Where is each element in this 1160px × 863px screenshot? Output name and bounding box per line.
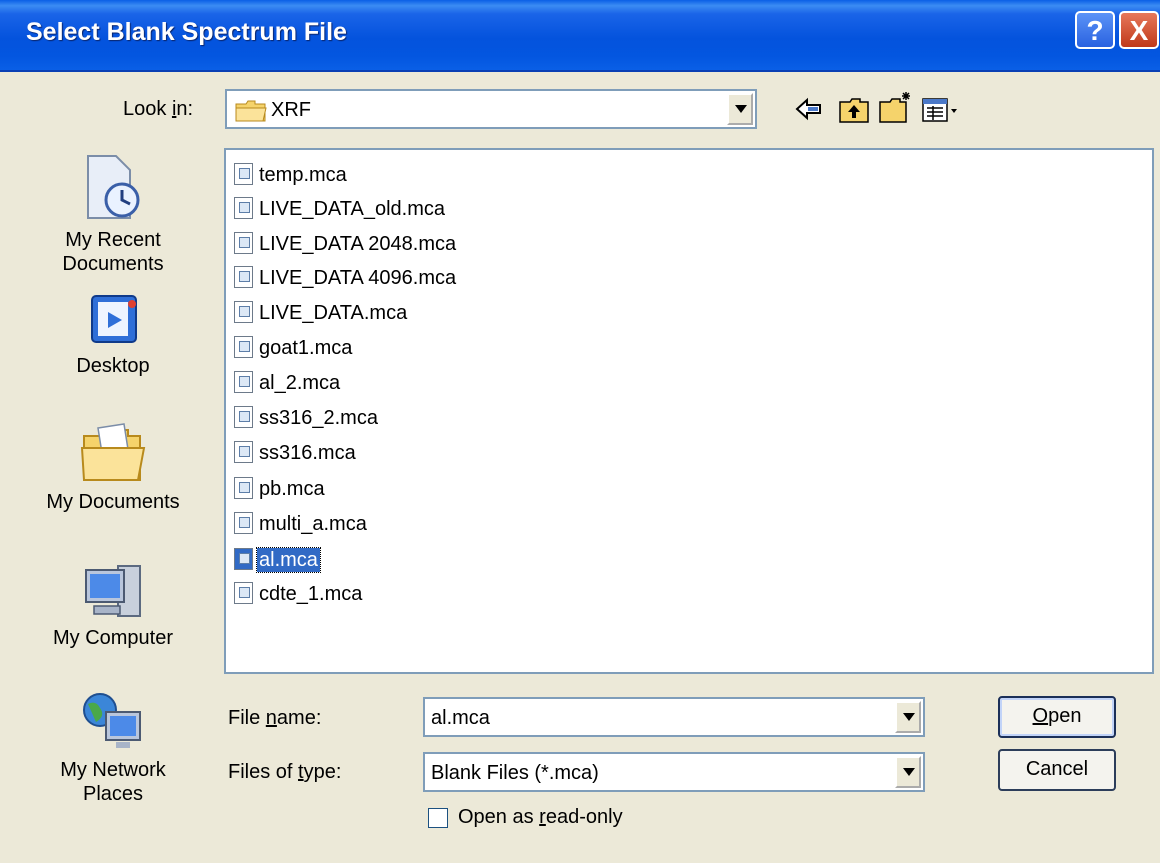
file-item[interactable]: multi_a.mca — [234, 509, 369, 539]
file-icon — [234, 405, 253, 428]
my-documents-icon — [80, 423, 146, 481]
file-item[interactable]: LIVE_DATA.mca — [234, 298, 409, 328]
window-title: Select Blank Spectrum File — [26, 18, 347, 46]
open-button[interactable]: Open — [998, 696, 1116, 738]
place-label: Desktop — [76, 355, 150, 377]
title-bar[interactable]: Select Blank Spectrum File ? X — [0, 0, 1160, 72]
place-label-line2: Documents — [62, 253, 164, 275]
file-icon — [234, 511, 253, 534]
place-my-documents[interactable]: My Documents — [28, 422, 198, 514]
file-icon — [234, 231, 253, 254]
desktop-icon — [91, 295, 137, 343]
new-folder-icon[interactable] — [878, 90, 914, 124]
file-icon — [234, 581, 253, 604]
file-icon — [234, 370, 253, 393]
file-icon — [234, 196, 253, 219]
network-places-icon — [83, 693, 141, 748]
file-icon — [234, 440, 253, 463]
place-label-line1: My Recent — [65, 229, 161, 251]
file-item[interactable]: temp.mca — [234, 160, 349, 190]
file-item[interactable]: ss316.mca — [234, 438, 358, 468]
chevron-down-icon — [903, 713, 915, 721]
file-icon — [234, 162, 253, 185]
help-button[interactable]: ? — [1075, 11, 1115, 49]
file-icon — [234, 335, 253, 358]
file-item-selected[interactable]: al.mca — [234, 545, 321, 575]
file-item[interactable]: pb.mca — [234, 474, 327, 504]
file-dialog: Select Blank Spectrum File ? X Look in: … — [0, 0, 1160, 863]
look-in-label: Look in: — [123, 98, 194, 120]
place-label-line1: My Network — [60, 759, 166, 781]
place-my-computer[interactable]: My Computer — [28, 560, 198, 650]
look-in-value: XRF — [271, 99, 311, 121]
file-type-dropdown-button[interactable] — [895, 756, 921, 788]
place-label-line2: Places — [82, 783, 144, 805]
place-label: My Documents — [46, 491, 180, 513]
file-list[interactable]: temp.mca LIVE_DATA_old.mca LIVE_DATA 204… — [224, 148, 1154, 674]
look-in-dropdown[interactable]: XRF — [225, 89, 757, 129]
place-network-places[interactable]: My Network Places — [28, 690, 198, 806]
file-name-combo[interactable]: al.mca — [423, 697, 925, 737]
file-item[interactable]: cdte_1.mca — [234, 579, 364, 609]
up-folder-icon[interactable] — [838, 96, 870, 124]
file-name-label: File name: — [228, 707, 322, 729]
read-only-label[interactable]: Open as read-only — [458, 806, 623, 829]
file-icon — [234, 476, 253, 499]
file-item[interactable]: ss316_2.mca — [234, 403, 380, 433]
close-button[interactable]: X — [1119, 11, 1159, 49]
place-desktop[interactable]: Desktop — [28, 290, 198, 378]
file-item[interactable]: al_2.mca — [234, 368, 342, 398]
cancel-button[interactable]: Cancel — [998, 749, 1116, 791]
recent-documents-icon — [87, 155, 140, 219]
file-name-dropdown-button[interactable] — [895, 701, 921, 733]
file-item[interactable]: goat1.mca — [234, 333, 354, 363]
place-label: My Computer — [52, 627, 174, 649]
back-arrow-icon[interactable] — [795, 96, 823, 122]
chevron-down-icon — [735, 105, 747, 113]
place-recent-documents[interactable]: My Recent Documents — [28, 152, 198, 276]
file-type-label: Files of type: — [228, 761, 342, 783]
chevron-down-icon — [903, 768, 915, 776]
look-in-dropdown-button[interactable] — [727, 93, 753, 125]
my-computer-icon — [85, 565, 141, 617]
file-item[interactable]: LIVE_DATA 4096.mca — [234, 263, 458, 293]
file-icon — [234, 265, 253, 288]
file-icon — [234, 547, 253, 570]
file-type-value: Blank Files (*.mca) — [431, 762, 599, 784]
file-item[interactable]: LIVE_DATA_old.mca — [234, 194, 447, 224]
file-name-input[interactable]: al.mca — [431, 707, 490, 730]
read-only-checkbox[interactable] — [428, 808, 448, 828]
views-menu-icon[interactable] — [921, 96, 961, 124]
file-item[interactable]: LIVE_DATA 2048.mca — [234, 229, 458, 259]
folder-icon — [235, 100, 267, 122]
file-type-select[interactable]: Blank Files (*.mca) — [423, 752, 925, 792]
file-icon — [234, 300, 253, 323]
